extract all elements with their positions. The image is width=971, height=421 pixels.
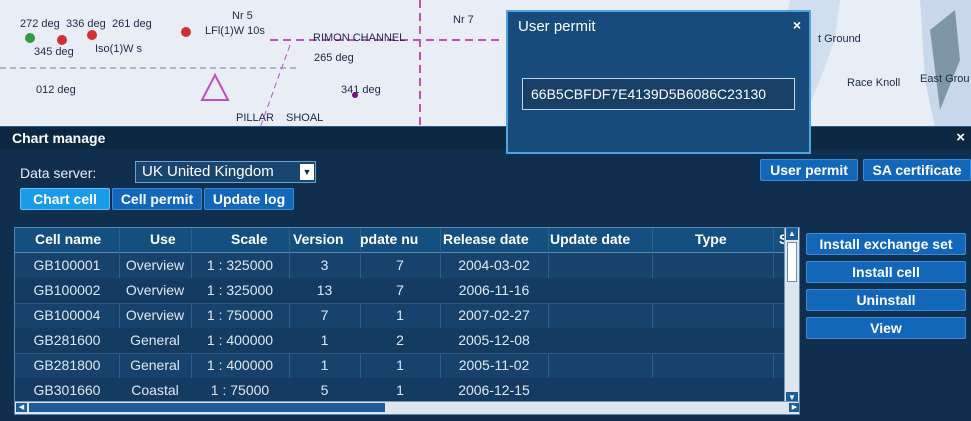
column-header-type[interactable]: Type	[695, 231, 745, 247]
column-header-update-number[interactable]: pdate nu	[360, 231, 440, 247]
data-server-select[interactable]: UK United Kingdom ▼	[135, 161, 316, 183]
chart-bearing-label: 341 deg	[341, 84, 381, 96]
column-header-update-date[interactable]: Update date	[550, 231, 650, 247]
scroll-up-icon[interactable]: ▲	[786, 228, 798, 240]
chart-area-label: East Grou	[920, 73, 970, 85]
cell-scale: 1 : 325000	[206, 282, 274, 298]
chart-bearing-label: 272 deg	[20, 18, 60, 30]
vertical-scrollbar[interactable]: ▲ ▼	[784, 228, 799, 404]
chart-buoy-label: Nr 7	[453, 14, 474, 26]
dialog-title: User permit	[518, 18, 596, 35]
cell-update-number: 7	[396, 257, 404, 273]
chart-buoy-label: Nr 5	[232, 10, 253, 22]
chart-bearing-label: 336 deg	[66, 18, 106, 30]
cell-use: Coastal	[131, 382, 179, 398]
cell-name: GB281600	[33, 332, 101, 348]
chevron-down-icon[interactable]: ▼	[300, 164, 314, 180]
cell-use: General	[130, 332, 180, 348]
table-row[interactable]: GB100004 Overview 1 : 750000 7 1 2007-02…	[15, 303, 786, 329]
cell-version: 7	[320, 307, 329, 323]
cell-version: 5	[320, 382, 329, 398]
table-header: Cell name Use Scale Version pdate nu Rel…	[15, 228, 787, 253]
data-server-label: Data server:	[20, 165, 97, 181]
cell-update-number: 1	[396, 382, 404, 398]
cell-release-date: 2005-12-08	[458, 332, 530, 348]
cell-name: GB100004	[33, 307, 101, 323]
cell-use: General	[130, 357, 180, 373]
cell-name: GB100001	[33, 257, 101, 273]
scroll-left-icon[interactable]: ◀	[16, 403, 27, 412]
close-icon[interactable]: ×	[956, 129, 965, 146]
cell-use: Overview	[125, 307, 185, 323]
chart-manage-panel: Chart manage × Data server: UK United Ki…	[0, 126, 971, 421]
uninstall-button[interactable]: Uninstall	[806, 289, 966, 311]
cell-version: 1	[320, 357, 329, 373]
cell-update-number: 2	[396, 332, 404, 348]
cell-use: Overview	[125, 257, 185, 273]
cell-use: Overview	[125, 282, 185, 298]
column-header-cell-name[interactable]: Cell name	[35, 231, 125, 247]
table-row[interactable]: GB100002 Overview 1 : 325000 13 7 2006-1…	[15, 278, 786, 304]
chart-area-label: SHOAL	[286, 112, 324, 124]
chart-bearing-label: 261 deg	[112, 18, 152, 30]
chart-area-label: PILLAR	[236, 112, 274, 124]
cell-release-date: 2004-03-02	[458, 257, 530, 273]
nautical-chart[interactable]: 272 deg 336 deg 261 deg 345 deg Iso(1)W …	[0, 0, 971, 128]
chart-light-label: LFl(1)W 10s	[205, 25, 265, 37]
cell-scale: 1 : 400000	[206, 357, 274, 373]
scroll-right-icon[interactable]: ▶	[789, 403, 799, 412]
chart-bearing-label: 265 deg	[314, 52, 354, 64]
cell-release-date: 2006-11-16	[458, 282, 530, 298]
cell-update-number: 7	[396, 282, 404, 298]
table-row[interactable]: GB281800 General 1 : 400000 1 1 2005-11-…	[15, 353, 786, 379]
chart-light-label: Iso(1)W s	[95, 43, 143, 55]
user-permit-button[interactable]: User permit	[760, 159, 858, 181]
user-permit-dialog: User permit × 66B5CBFDF7E4139D5B6086C231…	[506, 10, 811, 154]
cell-name: GB301660	[33, 382, 101, 398]
cell-release-date: 2007-02-27	[458, 307, 530, 323]
chart-cell-table[interactable]: Cell name Use Scale Version pdate nu Rel…	[14, 227, 800, 415]
column-header-scale[interactable]: Scale	[231, 231, 291, 247]
cell-version: 1	[320, 332, 329, 348]
tab-cell-permit[interactable]: Cell permit	[112, 188, 202, 210]
cell-update-number: 1	[396, 357, 404, 373]
scroll-thumb[interactable]	[29, 403, 385, 412]
horizontal-scrollbar[interactable]: ◀ ▶	[15, 401, 799, 414]
scroll-thumb[interactable]	[787, 242, 797, 282]
table-row[interactable]: GB100001 Overview 1 : 325000 3 7 2004-03…	[15, 253, 786, 279]
cell-name: GB281800	[33, 357, 101, 373]
user-permit-field[interactable]: 66B5CBFDF7E4139D5B6086C23130	[522, 78, 795, 110]
tab-chart-cell[interactable]: Chart cell	[20, 188, 110, 210]
column-header-release-date[interactable]: Release date	[443, 231, 545, 247]
cell-version: 3	[320, 257, 329, 273]
panel-header: Chart manage ×	[0, 126, 971, 149]
chart-area-label: Race Knoll	[847, 77, 901, 89]
cell-update-number: 1	[396, 307, 404, 323]
column-header-version[interactable]: Version	[293, 231, 363, 247]
install-cell-button[interactable]: Install cell	[806, 261, 966, 283]
cell-scale: 1 : 750000	[206, 307, 274, 323]
close-icon[interactable]: ×	[793, 17, 801, 33]
cell-release-date: 2005-11-02	[458, 357, 530, 373]
chart-bearing-label: 012 deg	[36, 84, 76, 96]
panel-title: Chart manage	[12, 130, 106, 146]
sa-certificate-button[interactable]: SA certificate	[863, 159, 971, 181]
column-header-use[interactable]: Use	[150, 231, 210, 247]
table-row[interactable]: GB281600 General 1 : 400000 1 2 2005-12-…	[15, 328, 786, 354]
tab-update-log[interactable]: Update log	[204, 188, 294, 210]
cell-name: GB100002	[33, 282, 101, 298]
cell-release-date: 2006-12-15	[458, 382, 530, 398]
view-button[interactable]: View	[806, 317, 966, 339]
cell-version: 13	[316, 282, 333, 298]
install-exchange-set-button[interactable]: Install exchange set	[806, 233, 966, 255]
data-server-value: UK United Kingdom	[142, 163, 274, 180]
cell-scale: 1 : 75000	[210, 382, 270, 398]
chart-area-label: t Ground	[818, 33, 861, 45]
chart-bearing-label: 345 deg	[34, 46, 74, 58]
cell-scale: 1 : 325000	[206, 257, 274, 273]
cell-scale: 1 : 400000	[206, 332, 274, 348]
chart-channel-label: RIMON CHANNEL	[313, 32, 406, 44]
